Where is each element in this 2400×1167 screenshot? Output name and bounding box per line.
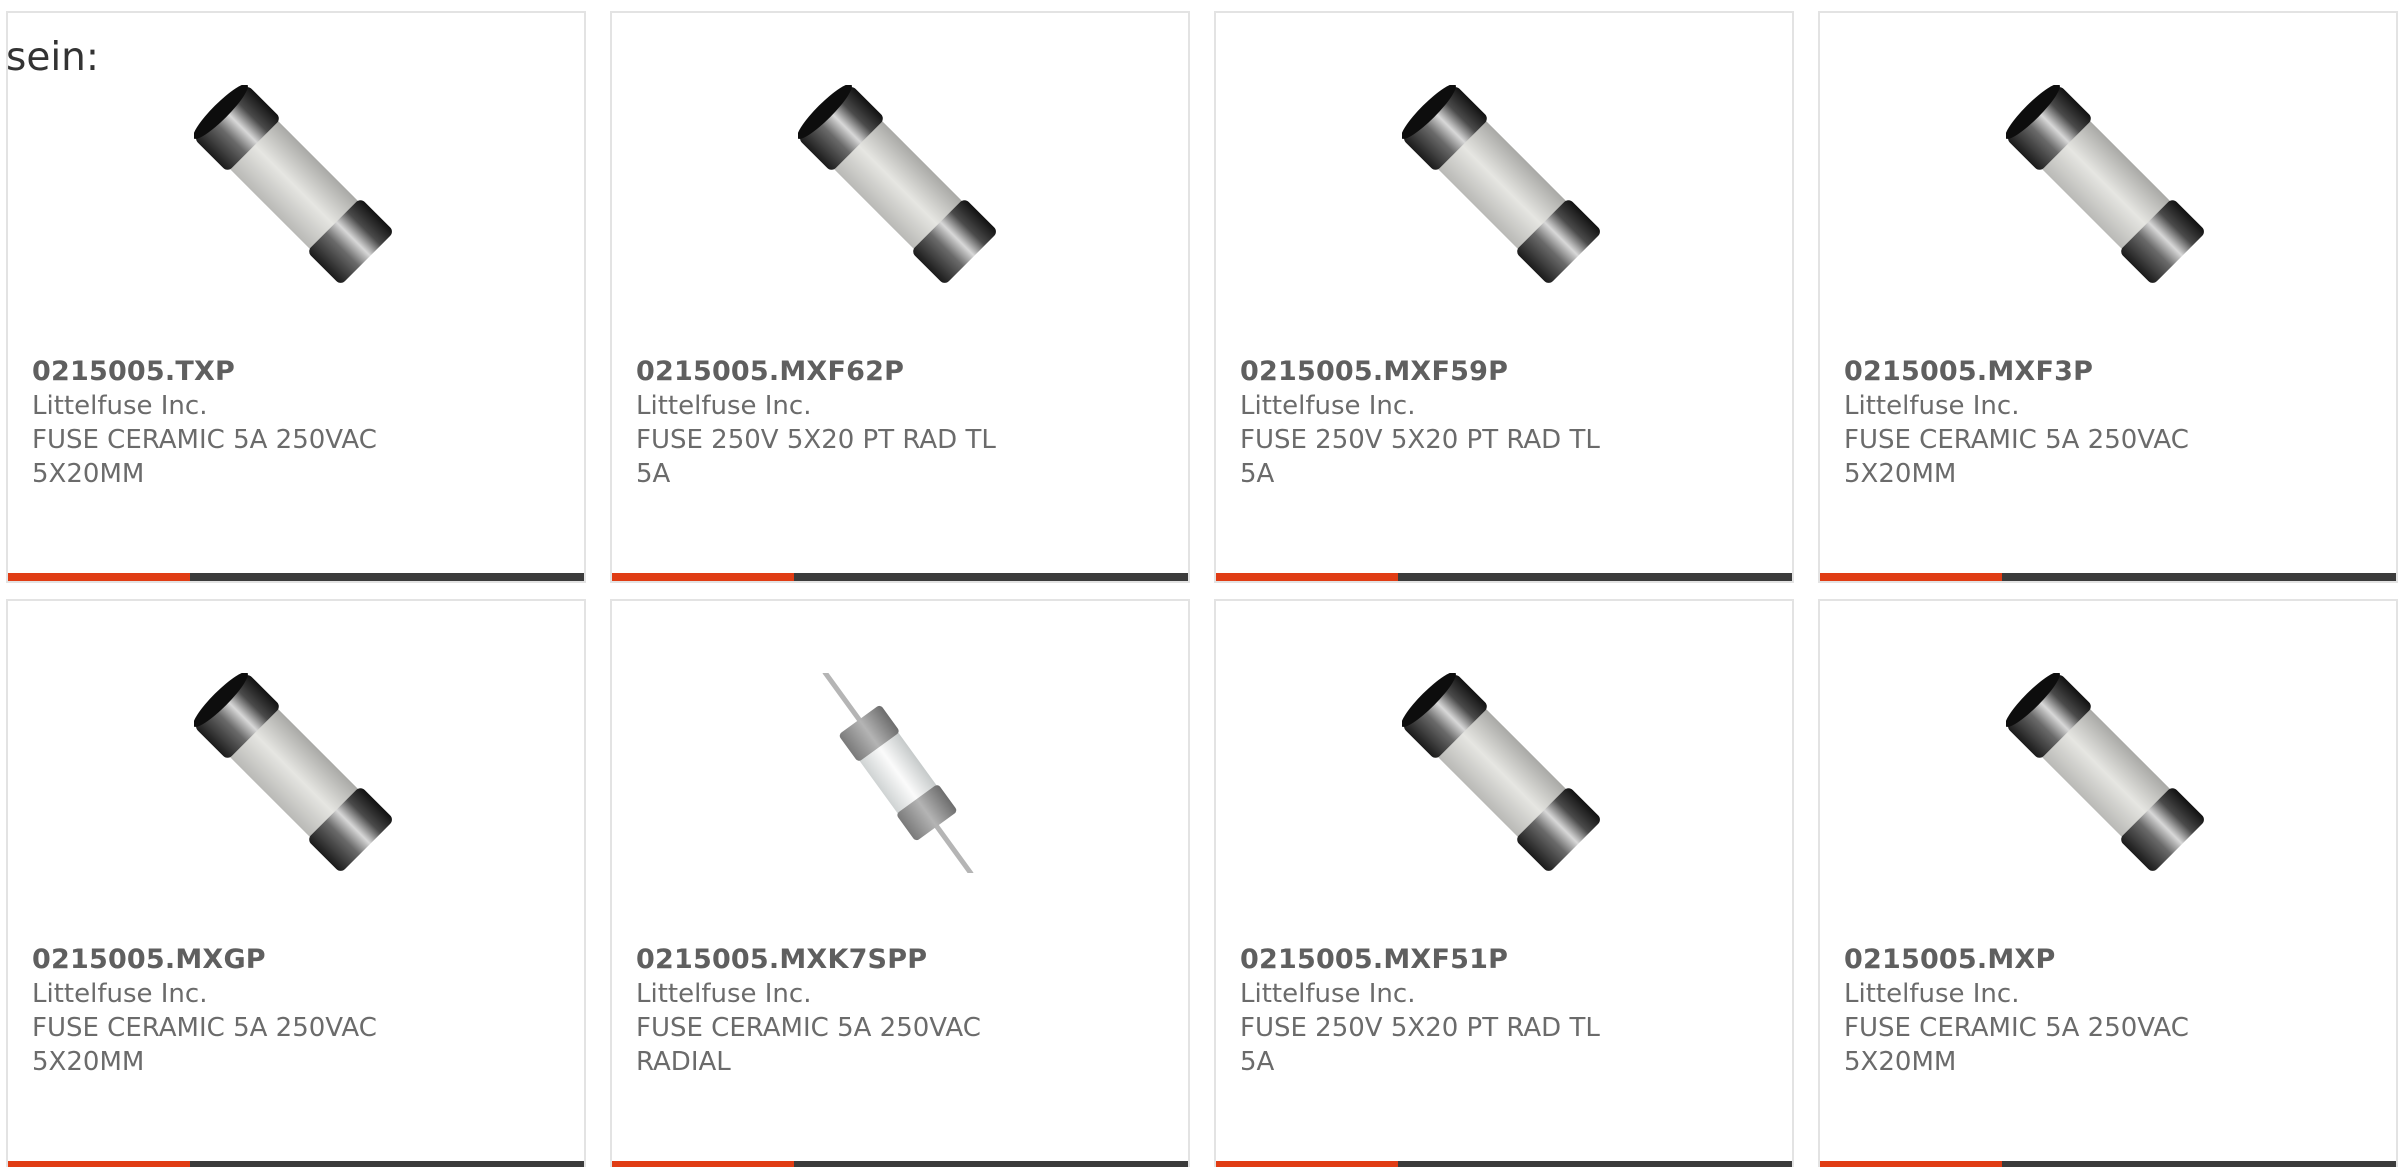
card-accent-bar: [8, 573, 190, 581]
card-footer-bar: [1216, 573, 1792, 581]
card-footer-bar: [1820, 573, 2396, 581]
part-number-link[interactable]: 0215005.MXGP: [32, 943, 552, 977]
manufacturer-name: Littelfuse Inc.: [32, 391, 208, 421]
cartridge-fuse-icon[interactable]: [798, 85, 998, 285]
axial-lead-fuse-icon[interactable]: [798, 673, 998, 873]
card-footer-bar: [612, 573, 1188, 581]
card-footer-bar: [1820, 1161, 2396, 1167]
product-description: FUSE 250V 5X20 PT RAD TL 5A: [1240, 425, 1600, 489]
manufacturer-name: Littelfuse Inc.: [1844, 391, 2020, 421]
product-description: FUSE CERAMIC 5A 250VAC 5X20MM: [1844, 1013, 2189, 1077]
product-card[interactable]: 0215005.MXF3P Littelfuse Inc. FUSE CERAM…: [1818, 11, 2398, 583]
manufacturer-name: Littelfuse Inc.: [636, 391, 812, 421]
part-number-link[interactable]: 0215005.TXP: [32, 355, 552, 389]
cartridge-fuse-icon[interactable]: [1402, 673, 1602, 873]
product-card[interactable]: 0215005.MXF51P Littelfuse Inc. FUSE 250V…: [1214, 599, 1794, 1167]
cartridge-fuse-icon[interactable]: [2006, 85, 2206, 285]
part-number-link[interactable]: 0215005.MXF51P: [1240, 943, 1760, 977]
manufacturer-name: Littelfuse Inc.: [32, 979, 208, 1009]
card-footer-bar: [8, 1161, 584, 1167]
part-number-link[interactable]: 0215005.MXF59P: [1240, 355, 1760, 389]
product-card[interactable]: 0215005.MXF62P Littelfuse Inc. FUSE 250V…: [610, 11, 1190, 583]
part-number-link[interactable]: 0215005.MXF62P: [636, 355, 1156, 389]
product-card[interactable]: 0215005.MXK7SPP Littelfuse Inc. FUSE CER…: [610, 599, 1190, 1167]
cartridge-fuse-icon[interactable]: [194, 85, 394, 285]
product-grid: 0215005.TXP Littelfuse Inc. FUSE CERAMIC…: [6, 11, 2398, 1167]
manufacturer-name: Littelfuse Inc.: [1240, 979, 1416, 1009]
manufacturer-name: Littelfuse Inc.: [1844, 979, 2020, 1009]
page: sein: 0215005.TXP Littelfuse Inc. FUSE C…: [0, 0, 2400, 1167]
product-description: FUSE CERAMIC 5A 250VAC 5X20MM: [32, 425, 377, 489]
card-accent-bar: [612, 1161, 794, 1167]
product-card[interactable]: 0215005.MXP Littelfuse Inc. FUSE CERAMIC…: [1818, 599, 2398, 1167]
card-accent-bar: [1820, 573, 2002, 581]
product-description: FUSE CERAMIC 5A 250VAC 5X20MM: [32, 1013, 377, 1077]
part-number-link[interactable]: 0215005.MXF3P: [1844, 355, 2364, 389]
cartridge-fuse-icon[interactable]: [1402, 85, 1602, 285]
card-footer-bar: [8, 573, 584, 581]
card-accent-bar: [1820, 1161, 2002, 1167]
card-accent-bar: [1216, 1161, 1398, 1167]
card-accent-bar: [8, 1161, 190, 1167]
product-description: FUSE CERAMIC 5A 250VAC 5X20MM: [1844, 425, 2189, 489]
cartridge-fuse-icon[interactable]: [194, 673, 394, 873]
product-description: FUSE 250V 5X20 PT RAD TL 5A: [1240, 1013, 1600, 1077]
card-accent-bar: [1216, 573, 1398, 581]
product-description: FUSE CERAMIC 5A 250VAC RADIAL: [636, 1013, 981, 1077]
manufacturer-name: Littelfuse Inc.: [1240, 391, 1416, 421]
product-card[interactable]: 0215005.MXF59P Littelfuse Inc. FUSE 250V…: [1214, 11, 1794, 583]
card-footer-bar: [1216, 1161, 1792, 1167]
part-number-link[interactable]: 0215005.MXK7SPP: [636, 943, 1156, 977]
product-card[interactable]: 0215005.TXP Littelfuse Inc. FUSE CERAMIC…: [6, 11, 586, 583]
product-description: FUSE 250V 5X20 PT RAD TL 5A: [636, 425, 996, 489]
product-card[interactable]: 0215005.MXGP Littelfuse Inc. FUSE CERAMI…: [6, 599, 586, 1167]
manufacturer-name: Littelfuse Inc.: [636, 979, 812, 1009]
cartridge-fuse-icon[interactable]: [2006, 673, 2206, 873]
intro-text: sein:: [6, 35, 100, 80]
part-number-link[interactable]: 0215005.MXP: [1844, 943, 2364, 977]
card-footer-bar: [612, 1161, 1188, 1167]
card-accent-bar: [612, 573, 794, 581]
